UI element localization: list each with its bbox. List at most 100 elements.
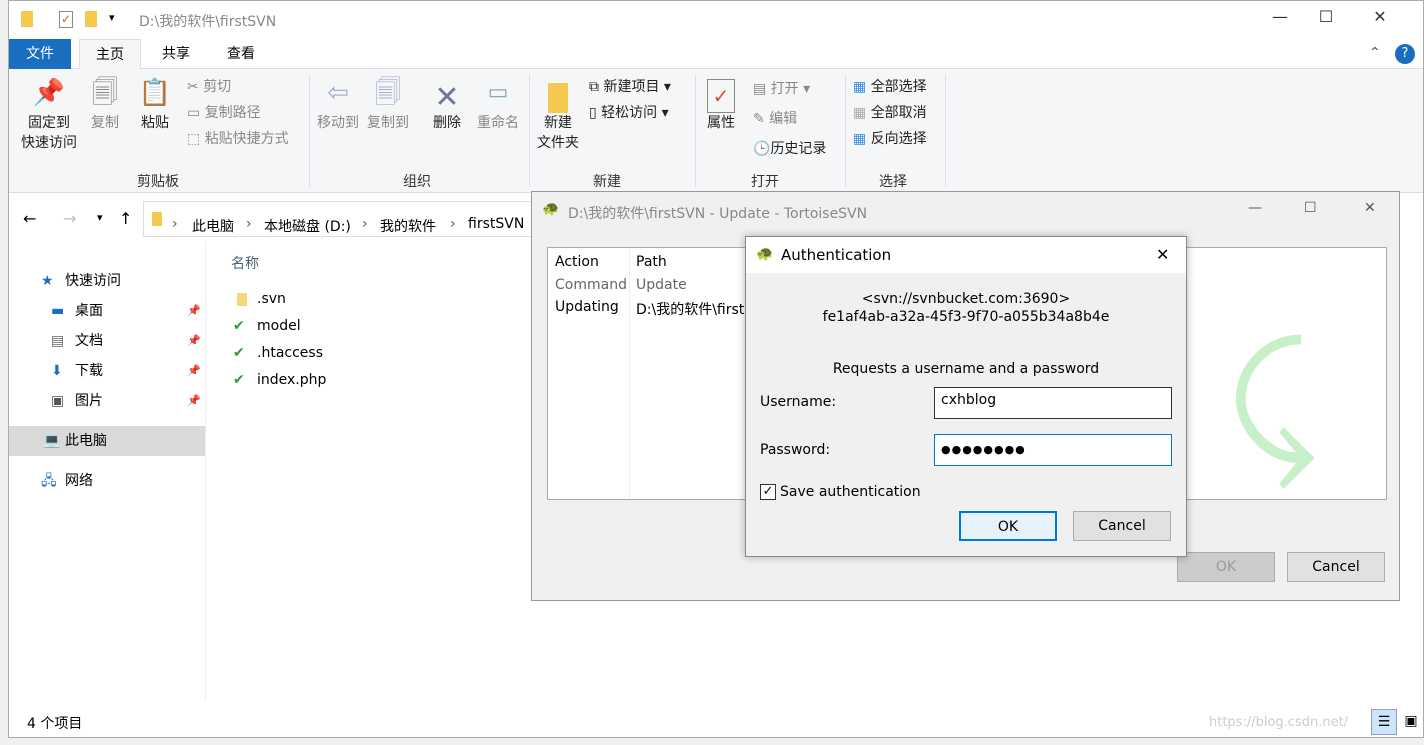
column-header-name[interactable]: 名称 [231,253,259,273]
copy-to-button[interactable]: 🗐 复制到 [365,78,411,133]
open-button[interactable]: ▤ 打开 ▾ [753,79,810,99]
folder-icon [548,83,568,113]
copy-icon: 🗐 [92,78,118,108]
minimize-button[interactable]: — [1248,200,1262,216]
copy-path-button[interactable]: ▭ 复制路径 [187,103,261,123]
computer-icon: 💻 [43,433,61,449]
collapse-ribbon-icon[interactable]: ⌃ [1369,45,1381,61]
breadcrumb-separator: › [172,216,178,232]
move-to-button[interactable]: ⇦ 移动到 [315,80,361,133]
maximize-button[interactable]: ☐ [1304,200,1317,216]
select-all-icon: ▦ [853,79,871,95]
maximize-button[interactable]: ☐ [1303,7,1349,33]
username-label: Username: [760,394,837,410]
delete-x-icon: ✕ [434,80,460,115]
breadcrumb-my-software[interactable]: 我的软件 [380,216,436,236]
copy-button[interactable]: 🗐 复制 [85,78,125,133]
rename-icon: ▭ [487,80,509,105]
up-button[interactable]: ↑ [119,209,132,228]
tab-file[interactable]: 文件 [9,39,71,69]
nav-pictures[interactable]: ▣ 图片 📌 [9,386,205,416]
nav-quick-access[interactable]: ★ 快速访问 [9,266,205,296]
picture-icon: ▣ [51,393,65,409]
file-item[interactable]: .svn [219,286,286,313]
invert-selection-button[interactable]: ▦ 反向选择 [853,129,927,149]
file-item[interactable]: ✔ model [219,313,301,340]
paste-shortcut-button[interactable]: ⬚ 粘贴快捷方式 [187,129,289,149]
dialog-title-bar: 🐢 Authentication ✕ [746,237,1186,273]
column-header-path[interactable]: Path [636,254,667,270]
ok-button-disabled[interactable]: OK [1177,552,1275,582]
rename-button[interactable]: ▭ 重命名 [473,80,523,133]
nav-desktop[interactable]: ▬ 桌面 📌 [9,296,205,326]
breadcrumb-separator: › [246,216,252,232]
tortoise-icon: 🐢 [756,246,774,262]
breadcrumb-drive-d[interactable]: 本地磁盘 (D:) [264,216,351,236]
password-label: Password: [760,442,831,458]
save-authentication-label[interactable]: Save authentication [780,484,921,500]
ok-button[interactable]: OK [959,511,1057,541]
cancel-button[interactable]: Cancel [1287,552,1385,582]
close-button[interactable]: ✕ [1357,7,1403,33]
history-button[interactable]: 🕒历史记录 [753,139,826,159]
ribbon: 📌 固定到 快速访问 🗐 复制 📋 粘贴 ✂ 剪切 ▭ 复制路径 ⬚ 粘贴快捷方式 剪… [9,69,1423,193]
help-icon[interactable]: ? [1395,44,1415,64]
tab-share[interactable]: 共享 [146,39,206,69]
username-input[interactable]: cxhblog [934,387,1172,419]
properties-check-icon: ✓ [707,79,735,113]
status-bar: 4 个项目 https://blog.csdn.net/ ☰ ▣ [9,707,1423,737]
delete-button[interactable]: ✕ 删除 [427,83,467,133]
nav-documents[interactable]: ▤ 文档 📌 [9,326,205,356]
pin-icon: 📌 [32,78,66,108]
network-icon: 🖧 [41,473,57,489]
column-header-action[interactable]: Action [555,254,599,270]
recent-locations-button[interactable]: ▾ [97,211,103,224]
details-view-icon[interactable]: ☰ [1371,709,1397,735]
properties-quick-icon[interactable]: ✓ [59,11,73,28]
close-button[interactable]: ✕ [1156,245,1169,264]
pinned-icon: 📌 [187,304,201,317]
ribbon-tabs: 文件 主页 共享 查看 ⌃ ? [9,39,1423,69]
window-title: D:\我的软件\firstSVN - Update - TortoiseSVN [568,206,868,222]
breadcrumb-firstsvn[interactable]: firstSVN [468,216,524,232]
cut-button[interactable]: ✂ 剪切 [187,77,231,97]
forward-button[interactable]: → [63,209,76,228]
tab-home[interactable]: 主页 [79,39,141,69]
large-icons-view-icon[interactable]: ▣ [1399,709,1423,735]
download-icon: ⬇ [51,363,63,379]
customize-toolbar-icon[interactable]: ▾ [109,11,115,24]
close-button[interactable]: ✕ [1364,200,1376,216]
easy-access-icon: ▯ [589,105,602,121]
copy-to-icon: 🗐 [375,78,401,108]
select-none-button[interactable]: ▦ 全部取消 [853,103,927,123]
pin-quick-access-button[interactable]: 📌 固定到 快速访问 [17,78,81,153]
folder-icon [152,212,162,226]
new-item-button[interactable]: ⧉ 新建项目 ▾ [589,77,671,97]
new-folder-quick-icon[interactable] [85,11,97,27]
history-icon: 🕒 [753,141,771,157]
easy-access-button[interactable]: ▯ 轻松访问 ▾ [589,103,669,123]
nav-network[interactable]: 🖧 网络 [9,466,205,496]
password-input[interactable]: ●●●●●●●● [934,434,1172,466]
file-item[interactable]: ✔ index.php [219,367,326,394]
window-title: D:\我的软件\firstSVN [139,14,277,30]
nav-downloads[interactable]: ⬇ 下载 📌 [9,356,205,386]
nav-this-pc[interactable]: 💻 此电脑 [9,426,205,456]
tab-view[interactable]: 查看 [211,39,271,69]
svn-normal-file-icon: ✔ [233,372,245,388]
paste-button[interactable]: 📋 粘贴 [135,80,175,133]
back-button[interactable]: ← [23,209,36,228]
svn-normal-file-icon: ✔ [233,345,245,361]
select-all-button[interactable]: ▦ 全部选择 [853,77,927,97]
shortcut-icon: ⬚ [187,131,205,147]
new-folder-button[interactable]: 新建 文件夹 [535,83,581,153]
cancel-button[interactable]: Cancel [1073,511,1171,541]
select-none-icon: ▦ [853,105,871,121]
edit-button[interactable]: ✎ 编辑 [753,109,797,129]
properties-button[interactable]: ✓ 属性 [701,79,741,133]
breadcrumb-this-pc[interactable]: 此电脑 [192,216,234,236]
file-item[interactable]: ✔ .htaccess [219,340,323,367]
minimize-button[interactable]: — [1257,7,1303,33]
address-bar[interactable]: › 此电脑 › 本地磁盘 (D:) › 我的软件 › firstSVN [143,201,543,237]
save-authentication-checkbox[interactable]: ✓ [760,484,776,500]
